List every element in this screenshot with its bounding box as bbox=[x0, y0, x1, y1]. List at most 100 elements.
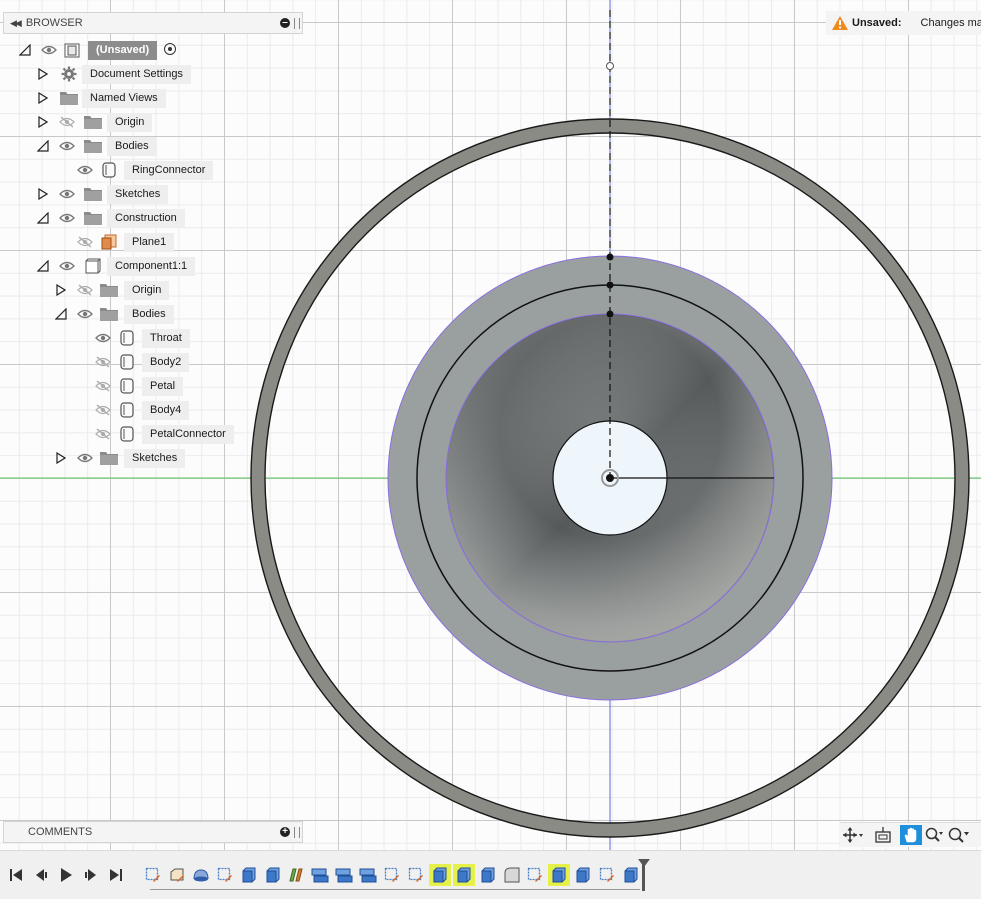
eye-icon[interactable] bbox=[76, 305, 94, 323]
play-button[interactable] bbox=[57, 866, 75, 884]
eye-hidden-icon[interactable] bbox=[76, 281, 94, 299]
origin-point[interactable] bbox=[606, 474, 614, 482]
eye-hidden-icon[interactable] bbox=[76, 233, 94, 251]
panel-grip-icon[interactable] bbox=[294, 827, 300, 838]
tree-label[interactable]: Bodies bbox=[107, 137, 157, 156]
tree-label[interactable]: Sketches bbox=[124, 449, 186, 468]
orbit-button[interactable] bbox=[842, 825, 864, 845]
tree-label[interactable]: Origin bbox=[107, 113, 153, 132]
expand-triangle-icon[interactable] bbox=[36, 115, 50, 129]
tree-row-doc-settings[interactable]: Document Settings bbox=[0, 64, 300, 84]
eye-icon[interactable] bbox=[40, 41, 58, 59]
eye-icon[interactable] bbox=[58, 209, 76, 227]
tree-label[interactable]: (Unsaved) bbox=[88, 41, 158, 60]
zoom-button[interactable] bbox=[924, 825, 946, 845]
eye-icon[interactable] bbox=[94, 329, 112, 347]
sketch-point[interactable] bbox=[606, 253, 614, 261]
panel-grip-icon[interactable] bbox=[294, 18, 300, 29]
tree-row-body4[interactable]: Body4 bbox=[0, 400, 300, 420]
timeline-sketch-feature[interactable] bbox=[142, 864, 164, 886]
collapse-triangle-icon[interactable] bbox=[36, 259, 50, 273]
timeline-revolve-feature[interactable] bbox=[190, 864, 212, 886]
sketch-point-top[interactable] bbox=[606, 62, 614, 70]
eye-hidden-icon[interactable] bbox=[58, 113, 76, 131]
pan-button[interactable] bbox=[900, 825, 922, 845]
sketch-point[interactable] bbox=[606, 310, 614, 318]
tree-label[interactable]: Named Views bbox=[82, 89, 166, 108]
timeline-marker[interactable] bbox=[642, 861, 645, 891]
expand-triangle-icon[interactable] bbox=[54, 283, 68, 297]
eye-hidden-icon[interactable] bbox=[94, 353, 112, 371]
timeline-extrude-feature[interactable] bbox=[452, 864, 475, 886]
add-comment-icon[interactable]: + bbox=[280, 827, 290, 837]
tree-row-c-origin[interactable]: Origin bbox=[0, 280, 300, 300]
timeline-sketch-spline-feature[interactable] bbox=[166, 864, 188, 886]
tree-row-plane1[interactable]: Plane1 bbox=[0, 232, 300, 252]
tree-row-c-bodies[interactable]: Bodies bbox=[0, 304, 300, 324]
collapse-triangle-icon[interactable] bbox=[54, 307, 68, 321]
tree-label[interactable]: Plane1 bbox=[124, 233, 175, 252]
collapse-panel-icon[interactable]: ◀◀ bbox=[10, 18, 22, 29]
step-back-button[interactable] bbox=[32, 866, 50, 884]
tree-label[interactable]: Petal bbox=[142, 377, 184, 396]
eye-icon[interactable] bbox=[58, 257, 76, 275]
expand-triangle-icon[interactable] bbox=[54, 451, 68, 465]
eye-icon[interactable] bbox=[58, 137, 76, 155]
eye-hidden-icon[interactable] bbox=[94, 377, 112, 395]
tree-row-body2[interactable]: Body2 bbox=[0, 352, 300, 372]
timeline-extrude-feature[interactable] bbox=[428, 864, 451, 886]
timeline-combine-feature[interactable] bbox=[309, 864, 331, 886]
timeline-extrude-feature[interactable] bbox=[548, 864, 571, 886]
timeline-extrude-feature[interactable] bbox=[477, 864, 499, 886]
tree-label[interactable]: PetalConnector bbox=[142, 425, 234, 444]
collapse-browser-icon[interactable]: – bbox=[280, 18, 290, 28]
comments-header[interactable]: COMMENTS + bbox=[3, 821, 303, 843]
tree-row-component1[interactable]: Component1:1 bbox=[0, 256, 300, 276]
sketch-point[interactable] bbox=[606, 281, 614, 289]
activate-radio-icon[interactable] bbox=[164, 43, 176, 55]
timeline-sketch-feature[interactable] bbox=[214, 864, 236, 886]
eye-hidden-icon[interactable] bbox=[94, 425, 112, 443]
tree-label[interactable]: Bodies bbox=[124, 305, 174, 324]
step-forward-button[interactable] bbox=[82, 866, 100, 884]
expand-triangle-icon[interactable] bbox=[36, 187, 50, 201]
eye-icon[interactable] bbox=[76, 449, 94, 467]
timeline-combine-feature[interactable] bbox=[333, 864, 355, 886]
browser-header[interactable]: ◀◀ BROWSER – bbox=[3, 12, 303, 34]
expand-triangle-icon[interactable] bbox=[36, 67, 50, 81]
tree-label[interactable]: Component1:1 bbox=[107, 257, 196, 276]
tree-row-petalconnector[interactable]: PetalConnector bbox=[0, 424, 300, 444]
go-to-end-button[interactable] bbox=[107, 866, 125, 884]
fit-button[interactable] bbox=[948, 825, 970, 845]
tree-row-petal[interactable]: Petal bbox=[0, 376, 300, 396]
tree-label[interactable]: Body2 bbox=[142, 353, 190, 372]
tree-row-construction[interactable]: Construction bbox=[0, 208, 300, 228]
eye-hidden-icon[interactable] bbox=[94, 401, 112, 419]
tree-label[interactable]: Origin bbox=[124, 281, 170, 300]
tree-label[interactable]: Construction bbox=[107, 209, 185, 228]
timeline-loft-feature[interactable] bbox=[285, 864, 307, 886]
tree-row-throat[interactable]: Throat bbox=[0, 328, 300, 348]
tree-row-named-views[interactable]: Named Views bbox=[0, 88, 300, 108]
collapse-triangle-icon[interactable] bbox=[18, 43, 32, 57]
timeline-sketch-feature[interactable] bbox=[405, 864, 427, 886]
tree-row-origin[interactable]: Origin bbox=[0, 112, 300, 132]
tree-label[interactable]: RingConnector bbox=[124, 161, 214, 180]
timeline-extrude-feature[interactable] bbox=[238, 864, 260, 886]
timeline-sketch-feature[interactable] bbox=[524, 864, 546, 886]
collapse-triangle-icon[interactable] bbox=[36, 139, 50, 153]
timeline-fillet-feature[interactable] bbox=[501, 864, 523, 886]
collapse-triangle-icon[interactable] bbox=[36, 211, 50, 225]
tree-label[interactable]: Sketches bbox=[107, 185, 169, 204]
timeline-sketch-feature[interactable] bbox=[381, 864, 403, 886]
tree-row-c-sketches[interactable]: Sketches bbox=[0, 448, 300, 468]
tree-label[interactable]: Body4 bbox=[142, 401, 190, 420]
tree-label[interactable]: Document Settings bbox=[82, 65, 191, 84]
timeline-extrude-feature[interactable] bbox=[620, 864, 642, 886]
eye-icon[interactable] bbox=[76, 161, 94, 179]
timeline-sketch-feature[interactable] bbox=[596, 864, 618, 886]
timeline-combine-feature[interactable] bbox=[357, 864, 379, 886]
tree-row-sketches[interactable]: Sketches bbox=[0, 184, 300, 204]
tree-row-bodies[interactable]: Bodies bbox=[0, 136, 300, 156]
tree-row-ringconnector[interactable]: RingConnector bbox=[0, 160, 300, 180]
